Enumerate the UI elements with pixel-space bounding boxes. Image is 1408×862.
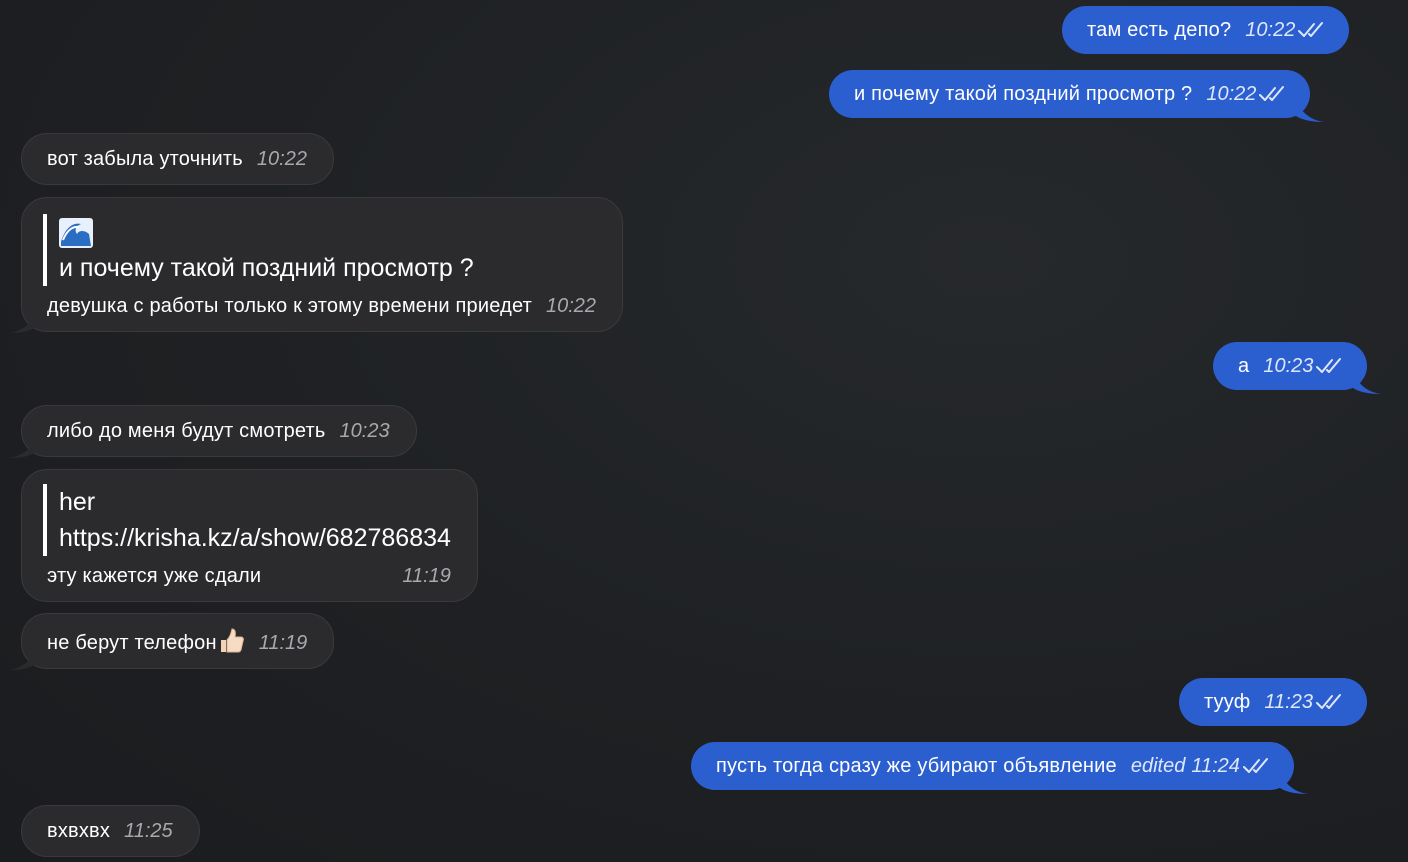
message-text: пусть тогда сразу же убирают объявление xyxy=(716,755,1117,777)
message-time: 11:19 xyxy=(402,565,451,587)
message-meta: 11:23 xyxy=(1264,690,1347,714)
message-time: 10:22 xyxy=(256,148,307,170)
double-check-icon xyxy=(1242,758,1268,773)
message-meta: 10:22 xyxy=(1206,82,1290,106)
message-bubble-incoming[interactable]: не берут телефон 11:19 xyxy=(10,613,335,670)
edited-label: edited xyxy=(1130,755,1186,777)
message-time: 11:23 xyxy=(1264,691,1313,713)
bubble-tail xyxy=(1296,98,1325,122)
quoted-emoji xyxy=(59,214,596,250)
message-time: 11:25 xyxy=(124,820,173,842)
message-meta: 10:22 xyxy=(257,147,307,171)
message-text: тууф xyxy=(1204,691,1251,713)
message-text: не берут телефон xyxy=(47,627,245,655)
message-meta: 10:22 xyxy=(546,294,596,318)
message-text: девушка с работы только к этому времени … xyxy=(47,295,532,317)
quoted-message[interactable]: и почему такой поздний просмотр ? xyxy=(43,214,596,286)
double-check-icon xyxy=(1259,86,1285,101)
message-bubble-outgoing[interactable]: пусть тогда сразу же убирают объявление … xyxy=(691,742,1308,794)
message-text: и почему такой поздний просмотр ? xyxy=(854,83,1193,105)
double-check-icon xyxy=(1298,22,1324,37)
bubble-tail xyxy=(10,648,36,670)
message-meta: 10:23 xyxy=(340,419,390,443)
message-meta: 10:22 xyxy=(1245,18,1329,42)
double-check-icon xyxy=(1316,694,1341,709)
message-bubble-outgoing[interactable]: и почему такой поздний просмотр ? 10:22 xyxy=(829,70,1325,122)
message-bubble-outgoing[interactable]: там есть депо? 10:22 xyxy=(1062,6,1350,54)
message-time: 10:22 xyxy=(545,295,597,317)
message-text: там есть депо? xyxy=(1087,19,1232,41)
message-text: либо до меня будут смотреть xyxy=(47,420,326,442)
message-meta: 11:25 xyxy=(124,819,173,843)
message-time: 10:22 xyxy=(1206,83,1257,105)
bubble-tail xyxy=(10,311,36,333)
bubble-tail xyxy=(10,436,36,458)
thumbs-up-emoji-icon xyxy=(220,628,244,653)
double-check-icon xyxy=(1316,358,1342,373)
message-time: 10:22 xyxy=(1245,19,1296,41)
message-text: вхвхвх xyxy=(47,820,111,842)
message-meta: 11:19 xyxy=(402,564,451,588)
chat-area[interactable]: там есть депо? 10:22 и почему такой позд… xyxy=(0,0,1408,862)
message-text-content: не берут телефон xyxy=(47,632,217,654)
quoted-message[interactable]: her https://krisha.kz/a/show/682786834 xyxy=(43,484,451,556)
wave-emoji-icon xyxy=(59,218,93,249)
message-meta: 11:19 xyxy=(259,631,308,655)
bubble-tail xyxy=(1279,770,1308,794)
message-time: 10:23 xyxy=(1263,355,1314,377)
message-bubble-outgoing[interactable]: тууф 11:23 xyxy=(1179,678,1367,726)
quoted-text: и почему такой поздний просмотр ? xyxy=(59,254,474,282)
message-bubble-outgoing[interactable]: а 10:23 xyxy=(1213,342,1382,394)
message-meta: edited 11:24 xyxy=(1131,754,1274,778)
bubble-tail xyxy=(1353,370,1382,394)
message-time: 11:19 xyxy=(258,632,308,654)
quoted-link[interactable]: https://krisha.kz/a/show/682786834 xyxy=(59,520,451,556)
message-time: 10:23 xyxy=(339,420,390,442)
message-text: а xyxy=(1238,355,1250,377)
message-bubble-incoming[interactable]: her https://krisha.kz/a/show/682786834 э… xyxy=(21,469,478,602)
message-bubble-incoming[interactable]: и почему такой поздний просмотр ? девушк… xyxy=(10,197,624,333)
quoted-title: her xyxy=(59,488,96,516)
message-text: вот забыла уточнить xyxy=(47,148,243,170)
message-text: эту кажется уже сдали xyxy=(47,565,262,587)
message-bubble-incoming[interactable]: вхвхвх 11:25 xyxy=(21,805,200,857)
message-meta: 10:23 xyxy=(1263,354,1347,378)
message-bubble-incoming[interactable]: либо до меня будут смотреть 10:23 xyxy=(10,405,417,458)
message-bubble-incoming[interactable]: вот забыла уточнить 10:22 xyxy=(21,133,334,185)
message-time: 11:24 xyxy=(1191,755,1240,777)
